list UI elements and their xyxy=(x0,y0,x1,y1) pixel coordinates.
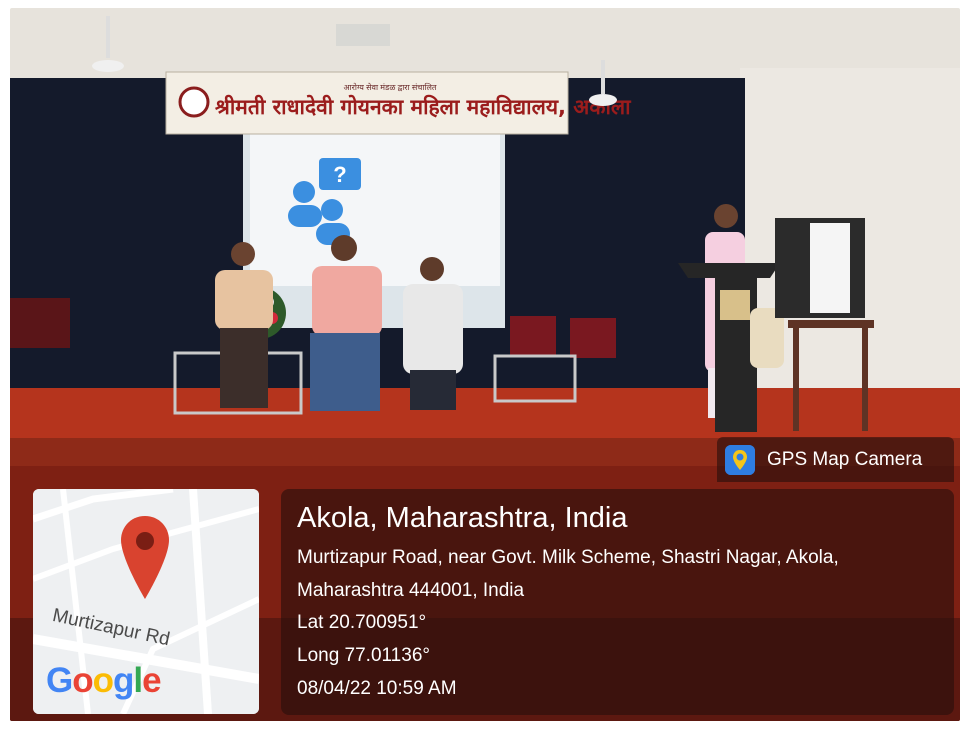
google-logo-letter: o xyxy=(92,661,114,700)
google-logo-letter: o xyxy=(72,661,93,700)
address-line-2: Maharashtra 444001, India xyxy=(297,580,525,601)
location-info-panel: Akola, Maharashtra, India Murtizapur Roa… xyxy=(281,489,954,715)
banner-small-text: आरोग्य सेवा मंडळ द्वारा संचालित xyxy=(343,82,436,92)
gps-camera-label: GPS Map Camera xyxy=(767,449,923,470)
map-pin-camera-icon xyxy=(725,445,755,475)
google-logo: Google xyxy=(46,661,162,701)
google-logo-letter: l xyxy=(133,661,143,700)
photo-frame: ? आरोग्य सेवा मंडळ द्वारा संचालित श्रीमत… xyxy=(0,0,970,729)
google-logo-letter: G xyxy=(46,661,73,700)
map-thumbnail: Murtizapur Rd Google xyxy=(33,489,259,714)
datetime-text: 08/04/22 10:59 AM xyxy=(297,678,457,699)
svg-text:?: ? xyxy=(333,162,346,187)
latitude-text: Lat 20.700951° xyxy=(297,612,427,633)
google-logo-letter: g xyxy=(113,661,134,700)
google-logo-letter: e xyxy=(142,661,161,700)
address-line-1: Murtizapur Road, near Govt. Milk Scheme,… xyxy=(297,547,839,568)
banner-title: श्रीमती राधादेवी गोयनका महिला महाविद्याल… xyxy=(215,94,632,119)
longitude-text: Long 77.01136° xyxy=(297,645,430,666)
gps-camera-badge: GPS Map Camera xyxy=(717,437,954,482)
location-title: Akola, Maharashtra, India xyxy=(297,502,628,534)
